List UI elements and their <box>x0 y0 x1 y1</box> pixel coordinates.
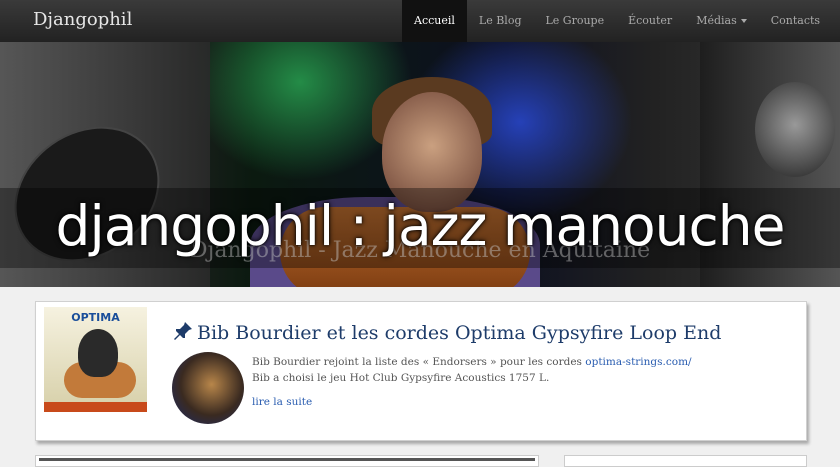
thumbnail-strip <box>44 402 147 412</box>
content-panel-right <box>564 455 807 467</box>
pushpin-icon <box>174 322 192 340</box>
nav-item-le-blog[interactable]: Le Blog <box>467 0 534 42</box>
post-excerpt-line1: Bib Bourdier rejoint la liste des « Endo… <box>252 356 586 368</box>
optima-strings-link[interactable]: optima-strings.com/ <box>585 356 691 368</box>
site-brand[interactable]: Djangophil <box>33 9 132 30</box>
nav-item-medias[interactable]: Médias <box>684 0 759 42</box>
post-title[interactable]: Bib Bourdier et les cordes Optima Gypsyf… <box>197 322 721 344</box>
hero-title: djangophil : jazz manouche <box>55 194 786 258</box>
featured-post-card: OPTIMA Bib Bourdier et les cordes Optima… <box>35 301 807 441</box>
nav-item-le-groupe[interactable]: Le Groupe <box>533 0 616 42</box>
nav-item-accueil[interactable]: Accueil <box>402 0 467 42</box>
read-more-link[interactable]: lire la suite <box>252 396 312 408</box>
post-excerpt-line2: Bib a choisi le jeu Hot Club Gypsyfire A… <box>252 372 550 384</box>
caret-down-icon <box>740 19 747 23</box>
post-thumbnail[interactable]: OPTIMA <box>44 307 147 412</box>
nav-item-ecouter[interactable]: Écouter <box>616 0 684 42</box>
hero-banner: Djangophil - Jazz Manouche en Aquitaine … <box>0 42 840 287</box>
content-panel-left <box>35 455 539 467</box>
hero-portrait-right <box>755 82 835 177</box>
post-excerpt: Bib Bourdier rejoint la liste des « Endo… <box>252 354 722 386</box>
thumbnail-figure <box>78 329 118 377</box>
nav-item-contacts[interactable]: Contacts <box>759 0 832 42</box>
main-nav: Accueil Le Blog Le Groupe Écouter Médias… <box>402 0 832 42</box>
top-navbar: Djangophil Accueil Le Blog Le Groupe Éco… <box>0 0 840 43</box>
nav-item-medias-label: Médias <box>696 14 737 27</box>
thumbnail-brand: OPTIMA <box>71 311 120 324</box>
post-avatar <box>172 352 244 424</box>
